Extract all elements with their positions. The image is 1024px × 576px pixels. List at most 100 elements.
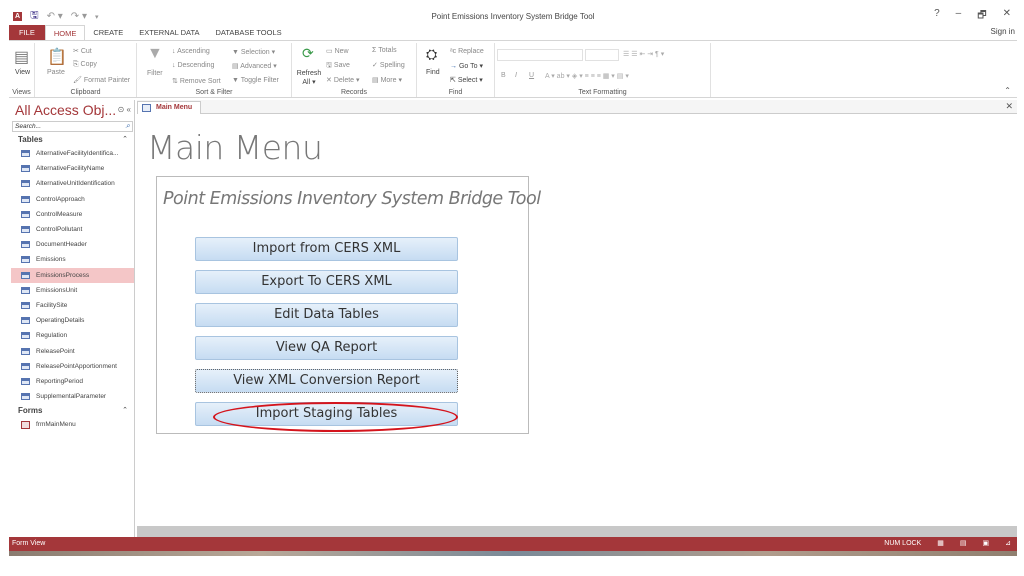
font-color-icons[interactable]: A ▾ ab ▾ ◈ ▾ ≡ ≡ ≡ ▦ ▾ ▤ ▾: [545, 72, 629, 80]
tab-create[interactable]: CREATE: [85, 25, 131, 40]
tables-section-header[interactable]: Tables ⌃: [11, 133, 134, 146]
records-group: ⟳ Refresh All ▾ ▭ New 🖫 Save ✕ Delete ▾ …: [292, 43, 417, 97]
nav-pane-header[interactable]: All Access Obj... ⊙ «: [11, 100, 134, 120]
table-item[interactable]: DocumentHeader: [11, 237, 134, 252]
restore-button[interactable]: 🗗: [977, 8, 986, 25]
view-qa-report-button[interactable]: View QA Report: [195, 336, 458, 360]
filter-icon: ▼: [147, 45, 163, 62]
replace-button[interactable]: ᵃc Replace: [450, 48, 484, 55]
more-button[interactable]: ▤ More ▾: [372, 76, 402, 84]
tab-database-tools[interactable]: DATABASE TOOLS: [208, 25, 290, 40]
italic-button[interactable]: I: [515, 72, 517, 79]
spelling-button[interactable]: ✓ Spelling: [372, 61, 405, 69]
table-item[interactable]: SupplementalParameter: [11, 389, 134, 404]
tab-file[interactable]: FILE: [9, 25, 45, 40]
font-size-dropdown[interactable]: [585, 49, 619, 61]
view-xml-conversion-report-button[interactable]: View XML Conversion Report: [195, 369, 458, 393]
ribbon-tabs: FILE HOME CREATE EXTERNAL DATA DATABASE …: [9, 25, 290, 40]
design-view-icon[interactable]: ⊿: [1005, 537, 1011, 551]
ascending-button[interactable]: ↓ Ascending: [172, 48, 210, 55]
table-item[interactable]: ControlApproach: [11, 192, 134, 207]
views-group-label: Views: [12, 89, 31, 96]
sign-in-link[interactable]: Sign in: [991, 27, 1015, 36]
table-item[interactable]: ControlMeasure: [11, 207, 134, 222]
table-item[interactable]: Regulation: [11, 328, 134, 343]
menu-box: Point Emissions Inventory System Bridge …: [156, 176, 541, 434]
form-view-icon[interactable]: ▦: [937, 537, 944, 551]
nav-pane-menu-icon[interactable]: ⊙ «: [118, 105, 131, 114]
edit-data-tables-button[interactable]: Edit Data Tables: [195, 303, 458, 327]
records-group-label: Records: [340, 89, 368, 96]
list-indent-icons[interactable]: ☰ ☰ ⇤ ⇥ ¶ ▾: [623, 50, 664, 58]
underline-button[interactable]: U: [529, 72, 534, 79]
export-to-cers-xml-button[interactable]: Export To CERS XML: [195, 270, 458, 294]
collapse-ribbon-icon[interactable]: ⌃: [1004, 86, 1011, 95]
table-item[interactable]: EmissionsProcess: [11, 267, 134, 283]
font-name-dropdown[interactable]: [497, 49, 583, 61]
copy-button[interactable]: ⎘ Copy: [73, 61, 97, 69]
table-icon: [21, 301, 30, 309]
close-button[interactable]: ✕: [1003, 8, 1011, 25]
document-tab-main-menu[interactable]: Main Menu: [137, 101, 202, 114]
help-button[interactable]: ?: [934, 8, 940, 25]
table-item[interactable]: AlternativeFacilityIdentifica...: [11, 146, 134, 161]
remove-sort-button[interactable]: ⇅ Remove Sort: [172, 77, 221, 85]
advanced-button[interactable]: ▤ Advanced ▾: [232, 62, 277, 70]
form-item-label: frmMainMenu: [36, 421, 76, 429]
datasheet-view-icon[interactable]: ▤: [960, 537, 967, 551]
paste-button[interactable]: Paste: [47, 69, 65, 76]
table-item[interactable]: Emissions: [11, 252, 134, 267]
filter-button[interactable]: Filter: [147, 70, 163, 77]
remove-sort-label: Remove Sort: [179, 78, 221, 85]
find-button[interactable]: Find: [426, 69, 440, 76]
table-item-label: FacilitySite: [36, 301, 68, 309]
table-item[interactable]: ReleasePoint: [11, 343, 134, 358]
table-item[interactable]: OperatingDetails: [11, 313, 134, 328]
select-label: Select ▾: [457, 77, 483, 84]
close-document-icon[interactable]: ✕: [1005, 101, 1013, 112]
save-label: Save: [333, 62, 350, 69]
nav-pane-title: All Access Obj...: [15, 102, 117, 118]
forms-section-header[interactable]: Forms ⌃: [11, 404, 134, 417]
layout-view-icon[interactable]: ▣: [983, 537, 990, 551]
table-item[interactable]: EmissionsUnit: [11, 283, 134, 298]
import-from-cers-xml-button[interactable]: Import from CERS XML: [195, 237, 458, 261]
form-item[interactable]: frmMainMenu: [11, 417, 134, 432]
nav-search-input[interactable]: Search... ⌕: [12, 121, 133, 132]
select-button[interactable]: ⇱ Select ▾: [450, 76, 483, 84]
table-item[interactable]: ReportingPeriod: [11, 374, 134, 389]
table-icon: [21, 317, 30, 325]
form-background: [137, 526, 1017, 537]
tab-home[interactable]: HOME: [44, 25, 86, 40]
cut-button[interactable]: ✂ Cut: [73, 47, 92, 55]
save-record-button[interactable]: 🖫 Save: [326, 61, 350, 72]
tab-external-data[interactable]: EXTERNAL DATA: [131, 25, 207, 40]
new-record-button[interactable]: ▭ New: [326, 47, 349, 55]
toggle-filter-button[interactable]: ▼ Toggle Filter: [232, 77, 279, 84]
table-item[interactable]: AlternativeUnitIdentification: [11, 176, 134, 191]
selection-label: Selection ▾: [240, 49, 276, 56]
table-item[interactable]: FacilitySite: [11, 298, 134, 313]
table-icon: [21, 150, 30, 158]
collapse-chevron-icon[interactable]: ⌃: [122, 135, 128, 143]
totals-button[interactable]: Σ Totals: [372, 47, 397, 54]
minimize-button[interactable]: –: [956, 8, 962, 25]
collapse-chevron-icon[interactable]: ⌃: [122, 406, 128, 414]
refresh-all-button[interactable]: Refresh All ▾: [296, 69, 322, 87]
delete-record-button[interactable]: ✕ Delete ▾: [326, 76, 360, 84]
table-item[interactable]: ReleasePointApportionment: [11, 359, 134, 374]
descending-button[interactable]: ↓ Descending: [172, 62, 214, 69]
table-item[interactable]: ControlPollutant: [11, 222, 134, 237]
selection-button[interactable]: ▼ Selection ▾: [232, 48, 275, 56]
tables-list: AlternativeFacilityIdentifica... Alternat…: [11, 146, 134, 404]
table-item-label: ControlApproach: [36, 195, 85, 203]
table-icon: [21, 195, 30, 203]
view-button[interactable]: View: [15, 69, 30, 76]
binoculars-icon: ⛭: [426, 46, 438, 62]
table-item[interactable]: AlternativeFacilityName: [11, 161, 134, 176]
goto-button[interactable]: → Go To ▾: [450, 62, 483, 70]
bold-button[interactable]: B: [501, 72, 506, 79]
main-menu-form: Main Menu Point Emissions Inventory Syst…: [137, 115, 1017, 526]
format-painter-button[interactable]: 🖌 Format Painter: [73, 76, 130, 84]
search-icon[interactable]: ⌕: [126, 121, 130, 131]
